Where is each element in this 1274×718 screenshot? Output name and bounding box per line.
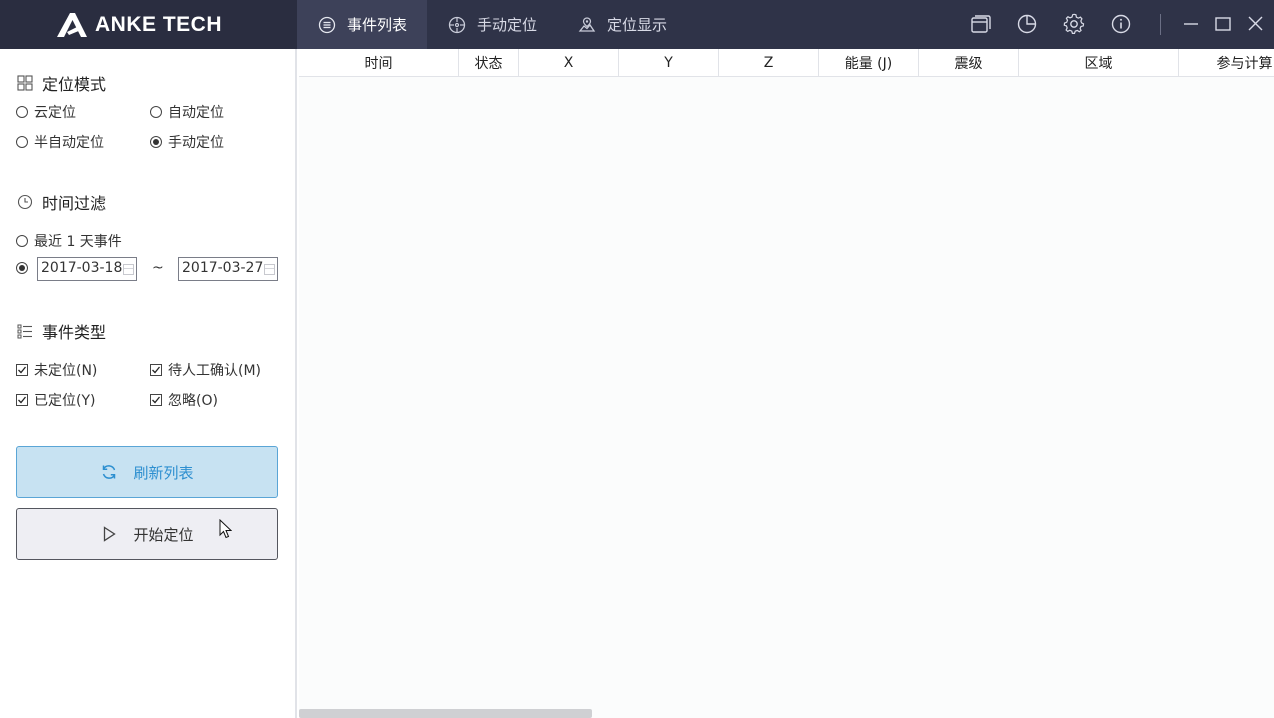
titlebar-divider <box>1160 14 1161 35</box>
radio-button[interactable] <box>150 106 162 118</box>
column-header-region[interactable]: 区域 <box>1019 49 1179 77</box>
list-filter-icon <box>17 323 33 339</box>
checkbox-ignored[interactable]: 忽略(O) <box>150 390 218 410</box>
logo-text: ANKE TECH <box>95 12 223 36</box>
play-icon <box>100 525 118 543</box>
gear-icon[interactable] <box>1063 13 1085 35</box>
clock-icon <box>17 194 33 210</box>
column-header-status[interactable]: 状态 <box>459 49 519 77</box>
option-label: 自动定位 <box>168 105 224 121</box>
checkbox-located[interactable]: 已定位(Y) <box>16 390 95 410</box>
option-label: 未定位(N) <box>34 363 98 379</box>
tab-label: 事件列表 <box>347 16 408 34</box>
list-icon <box>318 16 336 34</box>
info-icon[interactable] <box>1110 13 1132 35</box>
time-filter-heading: 时间过滤 <box>17 190 106 214</box>
checkbox-checked[interactable] <box>16 364 28 376</box>
close-icon[interactable] <box>1244 13 1266 35</box>
section-title: 事件类型 <box>42 323 107 342</box>
date-value: 2017-03-18 <box>41 260 123 276</box>
checkbox-checked[interactable] <box>16 394 28 406</box>
anke-logo-icon <box>57 12 87 37</box>
radio-button[interactable] <box>16 235 28 247</box>
radio-button-selected[interactable] <box>150 136 162 148</box>
main-nav: 事件列表 手动定位 定位显示 <box>297 0 687 49</box>
mouse-cursor-icon <box>219 519 232 539</box>
cards-icon[interactable] <box>969 13 991 35</box>
checkbox-unlocated[interactable]: 未定位(N) <box>16 360 97 380</box>
filter-sidebar: 定位模式 云定位 自动定位 半自动定位 手动定位 时间过滤 最近 1 天事件 2… <box>0 49 297 718</box>
option-label: 手动定位 <box>168 135 224 151</box>
column-header-magnitude[interactable]: 震级 <box>919 49 1019 77</box>
column-header-time[interactable]: 时间 <box>299 49 459 77</box>
radio-button-selected[interactable] <box>16 262 28 274</box>
date-to-field[interactable]: 2017-03-27 <box>178 257 278 281</box>
table-header: 时间 状态 X Y Z 能量 (J) 震级 区域 参与计算台站 <box>299 49 1274 77</box>
horizontal-scrollbar[interactable] <box>299 707 1274 718</box>
option-label: 半自动定位 <box>34 135 104 151</box>
tab-event-list[interactable]: 事件列表 <box>297 0 427 49</box>
button-label: 开始定位 <box>133 525 194 544</box>
tab-manual-locate[interactable]: 手动定位 <box>427 0 557 49</box>
refresh-icon <box>100 463 118 481</box>
maximize-icon[interactable] <box>1212 13 1234 35</box>
event-table-area: 时间 状态 X Y Z 能量 (J) 震级 区域 参与计算台站 <box>299 49 1274 718</box>
checkbox-checked[interactable] <box>150 364 162 376</box>
column-header-stations[interactable]: 参与计算台站 <box>1179 49 1274 77</box>
column-header-y[interactable]: Y <box>619 49 719 77</box>
option-label: 已定位(Y) <box>34 393 96 409</box>
crosshair-icon <box>448 16 466 34</box>
option-label: 待人工确认(M) <box>168 363 262 379</box>
radio-auto-locate[interactable]: 自动定位 <box>150 102 224 122</box>
section-title: 定位模式 <box>42 75 107 94</box>
title-bar: ANKE TECH 事件列表 手动定位 定位显示 <box>0 0 1274 49</box>
option-label: 最近 1 天事件 <box>34 234 122 250</box>
radio-cloud-locate[interactable]: 云定位 <box>16 102 76 122</box>
radio-button[interactable] <box>16 106 28 118</box>
radio-button[interactable] <box>16 136 28 148</box>
map-icon <box>578 16 596 34</box>
radio-recent-day[interactable]: 最近 1 天事件 <box>16 231 122 251</box>
tab-label: 手动定位 <box>477 16 538 34</box>
column-header-energy[interactable]: 能量 (J) <box>819 49 919 77</box>
date-value: 2017-03-27 <box>182 260 264 276</box>
calendar-icon[interactable] <box>264 264 275 275</box>
refresh-list-button[interactable]: 刷新列表 <box>16 446 278 498</box>
radio-date-range[interactable] <box>16 262 34 274</box>
minimize-icon[interactable] <box>1180 13 1202 35</box>
section-title: 时间过滤 <box>42 194 107 213</box>
radio-manual-locate[interactable]: 手动定位 <box>150 132 224 152</box>
scrollbar-thumb[interactable] <box>299 709 592 718</box>
checkbox-pending-confirm[interactable]: 待人工确认(M) <box>150 360 261 380</box>
calendar-icon[interactable] <box>123 264 134 275</box>
date-from-field[interactable]: 2017-03-18 <box>37 257 137 281</box>
column-header-z[interactable]: Z <box>719 49 819 77</box>
radio-semi-auto-locate[interactable]: 半自动定位 <box>16 132 104 152</box>
event-type-heading: 事件类型 <box>17 319 106 343</box>
app-logo: ANKE TECH <box>0 0 297 49</box>
option-label: 忽略(O) <box>168 393 218 409</box>
tab-locate-display[interactable]: 定位显示 <box>557 0 687 49</box>
pie-chart-icon[interactable] <box>1016 13 1038 35</box>
button-label: 刷新列表 <box>133 463 194 482</box>
start-locate-button[interactable]: 开始定位 <box>16 508 278 560</box>
option-label: 云定位 <box>34 105 76 121</box>
date-separator: ~ <box>152 260 164 276</box>
column-header-x[interactable]: X <box>519 49 619 77</box>
tab-label: 定位显示 <box>607 16 668 34</box>
checkbox-checked[interactable] <box>150 394 162 406</box>
grid-icon <box>17 75 33 91</box>
locate-mode-heading: 定位模式 <box>17 71 106 95</box>
